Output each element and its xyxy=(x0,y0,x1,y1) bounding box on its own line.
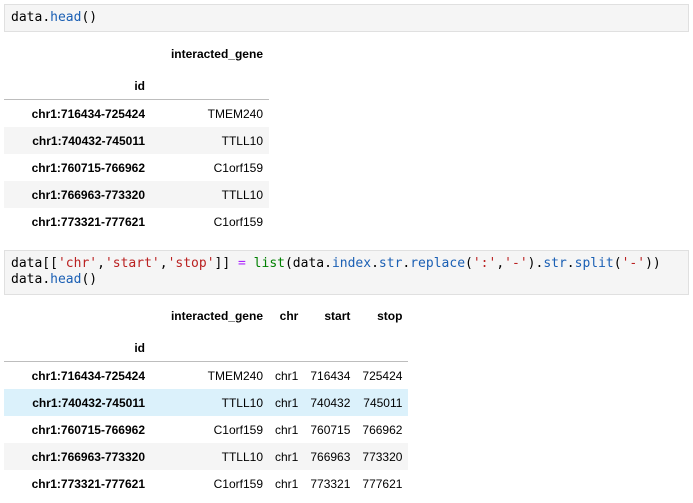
code-token: ]] xyxy=(214,256,239,271)
code-token: () xyxy=(81,10,98,25)
gene-cell: C1orf159 xyxy=(213,214,263,229)
code-token: 'chr' xyxy=(57,256,98,271)
index-spacer xyxy=(151,72,269,100)
start-cell: 766963 xyxy=(310,449,351,464)
index-spacer xyxy=(269,334,305,362)
table-row: chr1:766963-773320 TTLL10 chr1 766963 77… xyxy=(4,443,409,470)
start-cell: 760715 xyxy=(310,422,351,437)
code-token: list xyxy=(253,256,285,271)
row-index: chr1:716434-725424 xyxy=(31,368,145,383)
gene-cell: TTLL10 xyxy=(221,187,263,202)
row-index: chr1:773321-777621 xyxy=(31,214,145,229)
code-token: data[[ xyxy=(11,256,58,271)
code-token: head xyxy=(50,272,82,287)
stop-cell: 777621 xyxy=(362,476,403,491)
chr-cell: chr1 xyxy=(275,422,299,437)
code-token: data xyxy=(11,272,43,287)
row-index: chr1:740432-745011 xyxy=(32,395,145,410)
chr-cell: chr1 xyxy=(275,476,299,491)
code-token: '-' xyxy=(504,256,528,271)
table-row: chr1:760715-766962 C1orf159 chr1 760715 … xyxy=(4,416,408,443)
stop-cell: 766962 xyxy=(362,422,403,437)
gene-cell: C1orf159 xyxy=(213,422,263,437)
corner-header xyxy=(4,298,151,334)
code-token: ( xyxy=(465,256,473,271)
code-token: . xyxy=(566,256,575,271)
code-token: 'start' xyxy=(104,256,160,271)
table-row: chr1:773321-777621 C1orf159 xyxy=(4,208,269,235)
code-token: , xyxy=(97,256,105,271)
index-name-header: id xyxy=(4,72,151,100)
code-token: = xyxy=(238,256,246,271)
code-token: () xyxy=(81,272,98,287)
chr-cell: chr1 xyxy=(275,449,299,464)
row-index: chr1:760715-766962 xyxy=(31,422,145,437)
gene-cell: TTLL10 xyxy=(221,395,263,410)
code-token: )) xyxy=(645,256,661,271)
column-header: interacted_gene xyxy=(170,309,263,323)
start-cell: 773321 xyxy=(310,476,351,491)
code-token: index xyxy=(331,256,372,271)
corner-header xyxy=(4,36,151,72)
code-token: , xyxy=(159,256,168,271)
stop-cell: 725424 xyxy=(362,368,403,383)
code-token: 'stop' xyxy=(167,256,215,271)
code-token: ':' xyxy=(472,256,497,271)
gene-cell: TTLL10 xyxy=(221,449,263,464)
gene-cell: TMEM240 xyxy=(207,106,263,121)
stop-cell: 745011 xyxy=(363,395,403,410)
code-token: split xyxy=(574,256,614,271)
index-name-header: id xyxy=(4,334,151,362)
chr-cell: chr1 xyxy=(275,395,299,410)
code-token: , xyxy=(496,256,505,271)
code-token: '-' xyxy=(621,256,646,271)
code-token: (data. xyxy=(284,256,332,271)
code-token: replace xyxy=(410,256,466,271)
row-index: chr1:716434-725424 xyxy=(31,106,145,121)
gene-cell: TTLL10 xyxy=(221,133,263,148)
code-token: ). xyxy=(527,256,544,271)
stop-cell: 773320 xyxy=(362,449,403,464)
code-token: str xyxy=(543,256,567,271)
gene-cell: TMEM240 xyxy=(207,368,263,383)
row-index: chr1:760715-766962 xyxy=(31,160,145,175)
code-token: data xyxy=(11,10,43,25)
code-cell-2-input[interactable]: data[['chr','start','stop']] = list(data… xyxy=(4,250,689,295)
index-spacer xyxy=(304,334,357,362)
table-row: chr1:773321-777621 C1orf159 chr1 773321 … xyxy=(4,470,408,497)
index-spacer xyxy=(356,334,409,362)
start-cell: 716434 xyxy=(310,368,351,383)
column-header: chr xyxy=(279,309,299,323)
gene-cell: C1orf159 xyxy=(213,476,263,491)
code-cell-1-input[interactable]: data.head() xyxy=(4,4,689,32)
row-index: chr1:766963-773320 xyxy=(31,449,145,464)
code-token: . xyxy=(42,10,51,25)
table-row: chr1:716434-725424 TMEM240 xyxy=(4,100,269,128)
start-cell: 740432 xyxy=(310,395,351,410)
dataframe-output-2: interacted_gene chr start stop id chr1:7… xyxy=(4,298,409,497)
chr-cell: chr1 xyxy=(275,368,299,383)
index-spacer xyxy=(151,334,269,362)
table-row: chr1:740432-745011 TTLL10 xyxy=(4,127,269,154)
dataframe-output-1: interacted_gene id chr1:716434-725424 TM… xyxy=(4,36,269,235)
code-token: . xyxy=(42,272,51,287)
column-header: stop xyxy=(377,309,403,323)
table-row: chr1:766963-773320 TTLL10 xyxy=(4,181,269,208)
table-row: chr1:760715-766962 C1orf159 xyxy=(4,154,269,181)
row-index: chr1:766963-773320 xyxy=(31,187,145,202)
code-token: head xyxy=(50,10,82,25)
table-row: chr1:740432-745011 TTLL10 chr1 740432 74… xyxy=(4,389,409,416)
row-index: chr1:740432-745011 xyxy=(32,133,145,148)
row-index: chr1:773321-777621 xyxy=(31,476,145,491)
code-token: . xyxy=(371,256,379,271)
table-row: chr1:716434-725424 TMEM240 chr1 716434 7… xyxy=(4,362,408,390)
code-token: ( xyxy=(613,256,622,271)
code-token: str xyxy=(378,256,403,271)
column-header: start xyxy=(324,309,351,323)
column-header: interacted_gene xyxy=(170,47,263,61)
gene-cell: C1orf159 xyxy=(213,160,263,175)
